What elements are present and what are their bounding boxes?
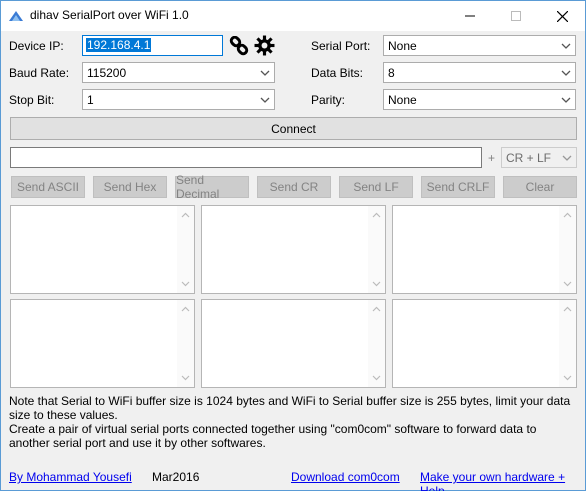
- maximize-button[interactable]: [493, 1, 539, 31]
- wifi-app-icon: [9, 11, 23, 21]
- scroll-down-icon[interactable]: [563, 281, 572, 287]
- serial-port-label: Serial Port:: [311, 39, 371, 53]
- stop-bit-select[interactable]: 1: [82, 89, 275, 110]
- send-ascii-button[interactable]: Send ASCII: [11, 176, 85, 198]
- hex-input-box[interactable]: [201, 299, 386, 388]
- scrollbar[interactable]: [368, 206, 385, 293]
- scroll-up-icon[interactable]: [563, 212, 572, 218]
- stop-bit-value: 1: [87, 93, 94, 107]
- chain-link-icon[interactable]: [229, 36, 249, 56]
- device-ip-label: Device IP:: [9, 39, 64, 53]
- author-link[interactable]: By Mohammad Yousefi: [9, 470, 132, 484]
- chevron-down-icon: [561, 97, 571, 103]
- send-cr-button[interactable]: Send CR: [257, 176, 331, 198]
- scroll-up-icon[interactable]: [372, 306, 381, 312]
- decimal-input-box[interactable]: [392, 299, 577, 388]
- parity-label: Parity:: [311, 93, 346, 107]
- baud-rate-select[interactable]: 115200: [82, 62, 275, 83]
- buffer-size-note: Note that Serial to WiFi buffer size is …: [9, 394, 571, 422]
- send-decimal-button[interactable]: Send Decimal: [175, 173, 249, 201]
- data-bits-value: 8: [388, 66, 395, 80]
- close-button[interactable]: [539, 1, 585, 31]
- title-bar: dihav SerialPort over WiFi 1.0: [1, 1, 585, 31]
- scroll-up-icon[interactable]: [181, 306, 190, 312]
- decimal-output-box[interactable]: [392, 205, 577, 294]
- stop-bit-label: Stop Bit:: [9, 93, 55, 107]
- send-data-input[interactable]: [10, 147, 482, 168]
- scrollbar[interactable]: [559, 300, 576, 387]
- minimize-icon: [465, 15, 475, 17]
- send-crlf-button[interactable]: Send CRLF: [421, 176, 495, 198]
- baud-rate-value: 115200: [87, 66, 127, 80]
- scroll-down-icon[interactable]: [563, 375, 572, 381]
- scrollbar[interactable]: [559, 206, 576, 293]
- com0com-note: Create a pair of virtual serial ports co…: [9, 422, 537, 450]
- scroll-up-icon[interactable]: [181, 212, 190, 218]
- chevron-down-icon: [561, 70, 571, 76]
- serial-port-value: None: [388, 39, 417, 53]
- chevron-down-icon: [562, 155, 572, 161]
- device-ip-input[interactable]: 192.168.4.1: [82, 35, 223, 56]
- scroll-up-icon[interactable]: [372, 212, 381, 218]
- baud-rate-label: Baud Rate:: [9, 66, 70, 80]
- ascii-input-box[interactable]: [10, 299, 195, 388]
- parity-select[interactable]: None: [383, 89, 576, 110]
- send-lf-button[interactable]: Send LF: [339, 176, 413, 198]
- hex-output-box[interactable]: [201, 205, 386, 294]
- serial-port-select[interactable]: None: [383, 35, 576, 56]
- window-title: dihav SerialPort over WiFi 1.0: [30, 8, 189, 22]
- chevron-down-icon: [561, 43, 571, 49]
- send-hex-button[interactable]: Send Hex: [93, 176, 167, 198]
- minimize-button[interactable]: [447, 1, 493, 31]
- scroll-down-icon[interactable]: [372, 281, 381, 287]
- parity-value: None: [388, 93, 417, 107]
- maximize-icon: [511, 11, 521, 21]
- help-link[interactable]: Make your own hardware + Help: [420, 470, 585, 491]
- chevron-down-icon: [260, 97, 270, 103]
- connect-button[interactable]: Connect: [10, 117, 577, 140]
- scroll-down-icon[interactable]: [372, 375, 381, 381]
- device-ip-value: 192.168.4.1: [86, 38, 152, 52]
- scroll-down-icon[interactable]: [181, 375, 190, 381]
- close-icon: [556, 10, 568, 22]
- download-com0com-link[interactable]: Download com0com: [291, 470, 400, 484]
- line-ending-select[interactable]: CR + LF: [501, 147, 577, 168]
- clear-button[interactable]: Clear: [503, 176, 577, 198]
- plus-separator: +: [488, 151, 496, 165]
- data-bits-select[interactable]: 8: [383, 62, 576, 83]
- gear-icon[interactable]: [254, 35, 275, 56]
- scrollbar[interactable]: [368, 300, 385, 387]
- scrollbar[interactable]: [177, 300, 194, 387]
- scroll-up-icon[interactable]: [563, 306, 572, 312]
- release-date: Mar2016: [152, 470, 200, 484]
- scroll-down-icon[interactable]: [181, 281, 190, 287]
- data-bits-label: Data Bits:: [311, 66, 364, 80]
- app-window: dihav SerialPort over WiFi 1.0 Device IP…: [0, 0, 586, 491]
- scrollbar[interactable]: [177, 206, 194, 293]
- chevron-down-icon: [260, 70, 270, 76]
- ascii-output-box[interactable]: [10, 205, 195, 294]
- line-ending-value: CR + LF: [506, 151, 552, 165]
